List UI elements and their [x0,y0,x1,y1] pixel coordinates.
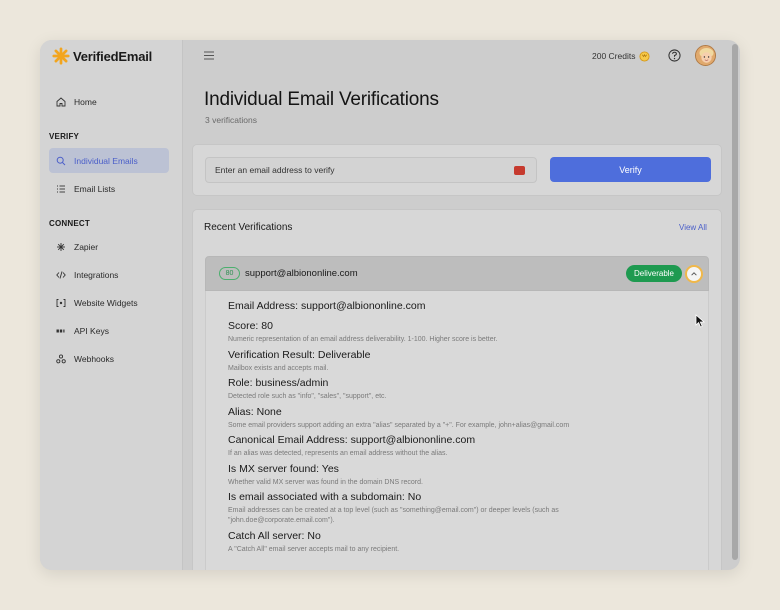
detail-score: Score: 80 Numeric representation of an e… [228,320,618,345]
asterisk-icon [56,242,66,252]
sidebar: VerifiedEmail Home VERIFY Individual Ema… [40,40,183,570]
sidebar-item-individual-emails[interactable]: Individual Emails [49,148,169,173]
detail-label: Verification Result: [228,349,315,361]
detail-value: support@albiononline.com [350,434,476,446]
password-manager-icon[interactable] [514,166,525,175]
verify-button[interactable]: Verify [550,157,711,182]
sidebar-item-label: Home [74,96,97,107]
detail-description: Some email providers support adding an e… [228,422,570,429]
detail-value: Yes [321,463,339,475]
status-badge: Deliverable [626,265,682,282]
detail-label: Alias: [228,406,254,418]
sidebar-item-zapier[interactable]: Zapier [49,234,169,259]
detail-value: business/admin [255,377,329,389]
detail-value: No [407,491,422,503]
sidebar-item-webhooks[interactable]: Webhooks [49,346,169,371]
sidebar-item-label: API Keys [74,325,109,336]
detail-role: Role: business/admin Detected role such … [228,377,618,402]
credits-indicator[interactable]: 200 Credits [592,49,651,63]
row-email: support@albiononline.com [245,268,358,279]
topbar: 200 Credits [183,40,732,73]
user-face-icon [696,46,715,65]
sidebar-item-label: Integrations [74,269,119,280]
help-icon[interactable] [668,49,681,62]
coin-icon [639,50,651,62]
detail-description: Whether valid MX server was found in the… [228,479,423,486]
page-title: Individual Email Verifications [204,89,439,110]
detail-value: 80 [261,320,273,332]
detail-catch-all: Catch All server: No A "Catch All" email… [228,530,618,555]
view-all-link[interactable]: View All [679,223,707,232]
verification-row[interactable]: 80 support@albiononline.com Deliverable [205,256,709,291]
sidebar-item-label: Email Lists [74,183,116,194]
collapse-button[interactable] [685,265,703,283]
sidebar-item-integrations[interactable]: Integrations [49,262,169,287]
home-icon [56,96,66,107]
search-icon [56,156,66,166]
detail-description: Numeric representation of an email addre… [228,336,498,343]
logo-text: VerifiedEmail [73,48,153,64]
detail-label: Email Address: [228,300,299,312]
detail-description: A "Catch All" email server accepts mail … [228,546,400,553]
detail-description: If an alias was detected, represents an … [228,450,448,457]
detail-subdomain: Is email associated with a subdomain: No… [228,491,618,526]
scrollbar[interactable] [732,44,738,560]
app-window: VerifiedEmail Home VERIFY Individual Ema… [40,40,740,570]
email-input[interactable] [205,157,537,183]
sidebar-item-label: Website Widgets [74,297,138,308]
widget-icon [56,298,66,308]
logo-starburst-icon [52,47,70,65]
list-icon [56,184,66,194]
detail-description: Mailbox exists and accepts mail. [228,365,329,372]
detail-value: Deliverable [317,349,371,361]
detail-verification-result: Verification Result: Deliverable Mailbox… [228,349,618,374]
detail-label: Role: [228,377,253,389]
detail-alias: Alias: None Some email providers support… [228,406,618,431]
hamburger-menu-icon[interactable] [204,51,214,60]
detail-label: Catch All server: [228,530,305,542]
section-verify-label: VERIFY [49,132,80,141]
score-pill: 80 [219,267,240,280]
detail-value: support@albiononline.com [300,300,426,312]
detail-label: Canonical Email Address: [228,434,348,446]
credits-text: 200 Credits [592,51,636,61]
detail-description: Email addresses can be created at a top … [228,507,559,524]
avatar[interactable] [695,45,716,66]
detail-canonical-email: Canonical Email Address: support@albiono… [228,434,618,459]
page-subtitle: 3 verifications [205,115,257,125]
recent-verifications-title: Recent Verifications [204,222,293,233]
webhook-icon [56,353,66,364]
detail-label: Score: [228,320,259,332]
sidebar-item-label: Webhooks [74,353,115,364]
detail-label: Is email associated with a subdomain: [228,491,405,503]
verification-details: Email Address: support@albiononline.com … [205,291,709,570]
section-connect-label: CONNECT [49,219,90,228]
chevron-up-icon [691,272,697,276]
mouse-cursor-icon [695,314,706,328]
detail-description: Detected role such as "info", "sales", "… [228,393,387,400]
api-icon [56,326,66,336]
sidebar-item-api-keys[interactable]: API Keys [49,318,169,343]
sidebar-item-label: Individual Emails [74,155,138,166]
recent-verifications-card: Recent Verifications View All 80 support… [192,209,722,570]
detail-email-address: Email Address: support@albiononline.com [228,300,425,313]
detail-value: None [256,406,282,418]
sidebar-item-home[interactable]: Home [49,89,169,114]
verify-form-card: Verify [192,144,722,196]
code-icon [56,270,66,280]
detail-value: No [307,530,321,542]
sidebar-item-label: Zapier [74,241,99,252]
detail-mx-server: Is MX server found: Yes Whether valid MX… [228,463,618,488]
logo[interactable]: VerifiedEmail [52,46,152,66]
sidebar-item-email-lists[interactable]: Email Lists [49,176,169,201]
detail-label: Is MX server found: [228,463,320,475]
sidebar-item-website-widgets[interactable]: Website Widgets [49,290,169,315]
